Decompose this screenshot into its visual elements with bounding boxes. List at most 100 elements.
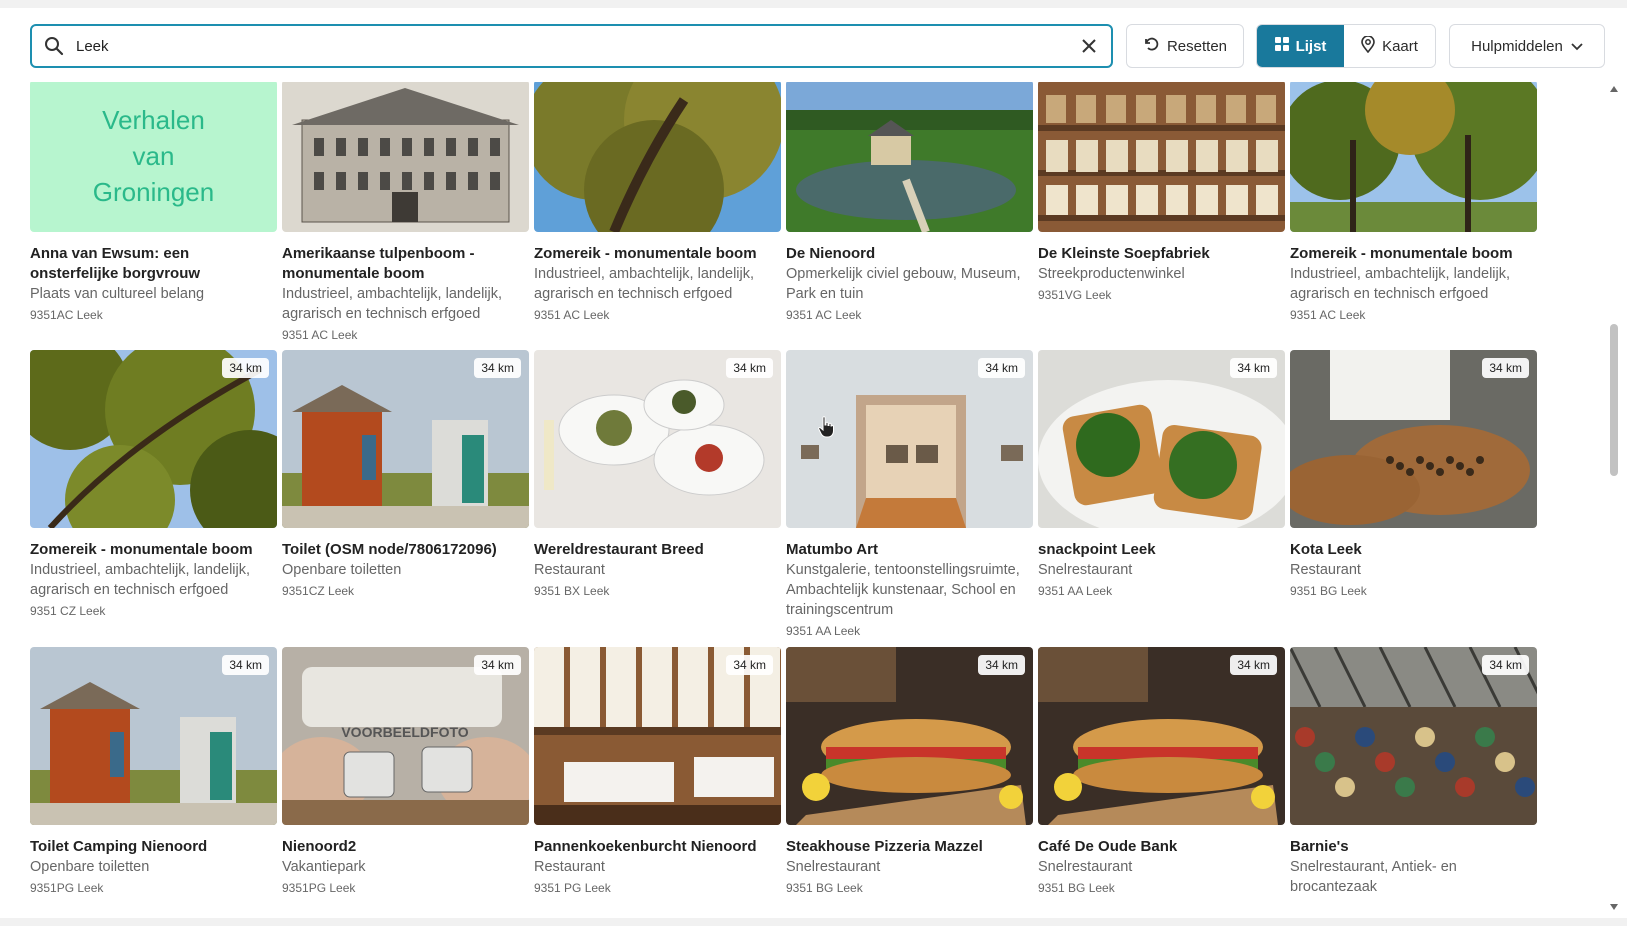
card-image: 34 km (30, 350, 277, 528)
distance-badge: 34 km (222, 358, 269, 378)
watermark-text: VOORBEELDFOTO (341, 724, 468, 740)
card-category: Industrieel, ambachtelijk, landelijk, ag… (534, 266, 755, 302)
card-image (786, 82, 1033, 232)
result-card[interactable]: VOORBEELDFOTO 34 km Nienoord2 Vakantiepark 9… (282, 647, 529, 897)
result-card[interactable]: 34 km Toilet (OSM node/7806172096) Openbar… (282, 350, 529, 600)
card-image: Verhalen van Groningen (30, 82, 277, 232)
card-image (1290, 82, 1537, 232)
result-card[interactable]: De Nienoord Opmerkelijk civiel gebouw, Mu… (786, 82, 1033, 324)
scroll-up-arrow-icon[interactable] (1610, 86, 1618, 92)
scrollbar[interactable] (1607, 82, 1621, 914)
card-address: 9351 BG Leek (786, 881, 863, 895)
result-card[interactable]: De Kleinste Soepfabriek Streekproductenwi… (1038, 82, 1285, 304)
card-address: 9351PG Leek (282, 881, 356, 895)
card-title[interactable]: Amerikaanse tulpenboom - monumentale boo… (282, 244, 529, 284)
search-bar[interactable] (30, 24, 1113, 68)
result-card[interactable]: 34 km Steakhouse Pizzeria Mazzel Snelresta… (786, 647, 1033, 897)
card-title[interactable]: Kota Leek (1290, 540, 1537, 560)
card-image: 34 km (30, 647, 277, 825)
card-category: Openbare toiletten (30, 859, 150, 875)
distance-badge: 34 km (1482, 358, 1529, 378)
scroll-down-arrow-icon[interactable] (1610, 904, 1618, 910)
clear-search-icon[interactable] (1067, 26, 1111, 66)
card-title[interactable]: Anna van Ewsum: een onsterfelijke borgvr… (30, 244, 277, 284)
card-address: 9351AC Leek (30, 308, 103, 322)
distance-badge: 34 km (1482, 655, 1529, 675)
grid-icon (1274, 37, 1289, 55)
result-card[interactable]: 34 km Kota Leek Restaurant 9351 BG Leek (1290, 350, 1537, 600)
card-category: Industrieel, ambachtelijk, landelijk, ag… (1290, 266, 1511, 302)
image-caption: Verhalen van Groningen (92, 105, 215, 207)
card-title[interactable]: Nienoord2 (282, 837, 529, 857)
card-category: Industrieel, ambachtelijk, landelijk, ag… (30, 562, 251, 598)
card-category: Opmerkelijk civiel gebouw, Museum, Park … (786, 266, 1021, 302)
result-card[interactable]: Zomereik - monumentale boom Industrieel, … (534, 82, 781, 324)
search-input[interactable] (76, 37, 1067, 55)
distance-badge: 34 km (1230, 358, 1277, 378)
reset-button[interactable]: Resetten (1126, 24, 1244, 68)
result-card[interactable]: Zomereik - monumentale boom Industrieel, … (1290, 82, 1537, 324)
card-address: 9351 BX Leek (534, 584, 610, 598)
reset-icon (1143, 36, 1159, 56)
scroll-thumb[interactable] (1610, 324, 1618, 476)
card-image (282, 82, 529, 232)
result-card[interactable]: Verhalen van Groningen Anna van Ewsum: een … (30, 82, 277, 324)
card-address: 9351 AA Leek (1038, 584, 1113, 598)
card-category: Snelrestaurant, Antiek- en brocantezaak (1290, 859, 1457, 895)
distance-badge: 34 km (978, 358, 1025, 378)
card-title[interactable]: De Nienoord (786, 244, 1033, 264)
card-title[interactable]: Steakhouse Pizzeria Mazzel (786, 837, 1033, 857)
card-category: Industrieel, ambachtelijk, landelijk, ag… (282, 286, 503, 322)
result-card[interactable]: 34 km Café De Oude Bank Snelrestaurant 9351… (1038, 647, 1285, 897)
card-title[interactable]: De Kleinste Soepfabriek (1038, 244, 1285, 264)
map-view-button[interactable]: Kaart (1344, 25, 1435, 67)
result-card[interactable]: 34 km Toilet Camping Nienoord Openbare toi… (30, 647, 277, 897)
result-card[interactable]: 34 km Matumbo Art Kunstgalerie, tentoonste… (786, 350, 1033, 640)
card-title[interactable]: Toilet (OSM node/7806172096) (282, 540, 529, 560)
card-address: 9351 AC Leek (1290, 308, 1366, 322)
card-address: 9351 BG Leek (1290, 584, 1367, 598)
card-image: 34 km (1290, 350, 1537, 528)
card-category: Snelrestaurant (1038, 859, 1133, 875)
search-icon (32, 26, 76, 66)
result-card[interactable]: 34 km snackpoint Leek Snelrestaurant 9351 A… (1038, 350, 1285, 600)
map-view-label: Kaart (1382, 37, 1418, 55)
card-image: 34 km (1038, 647, 1285, 825)
card-title[interactable]: Wereldrestaurant Breed (534, 540, 781, 560)
card-title[interactable]: Barnie's (1290, 837, 1537, 857)
card-title[interactable]: snackpoint Leek (1038, 540, 1285, 560)
card-title[interactable]: Pannenkoekenburcht Nienoord (534, 837, 781, 857)
card-image: 34 km (1290, 647, 1537, 825)
card-category: Snelrestaurant (786, 859, 881, 875)
card-title[interactable]: Zomereik - monumentale boom (534, 244, 781, 264)
card-image: 34 km (534, 647, 781, 825)
distance-badge: 34 km (1230, 655, 1277, 675)
result-card[interactable]: 34 km Barnie's Snelrestaurant, Antiek- en … (1290, 647, 1537, 897)
card-title[interactable]: Zomereik - monumentale boom (1290, 244, 1537, 264)
list-view-button[interactable]: Lijst (1257, 25, 1344, 67)
distance-badge: 34 km (978, 655, 1025, 675)
hand-cursor-icon (818, 416, 834, 443)
card-category: Streekproductenwinkel (1038, 266, 1185, 282)
card-category: Vakantiepark (282, 859, 366, 875)
card-address: 9351 BG Leek (1038, 881, 1115, 895)
card-title[interactable]: Matumbo Art (786, 540, 1033, 560)
window-top-edge (0, 0, 1627, 8)
card-title[interactable]: Toilet Camping Nienoord (30, 837, 277, 857)
tools-dropdown[interactable]: Hulpmiddelen (1449, 24, 1605, 68)
result-card[interactable]: 34 km Pannenkoekenburcht Nienoord Restaura… (534, 647, 781, 897)
distance-badge: 34 km (474, 655, 521, 675)
map-pin-icon (1361, 34, 1375, 57)
result-card[interactable]: Amerikaanse tulpenboom - monumentale boo… (282, 82, 529, 344)
card-address: 9351 CZ Leek (30, 604, 106, 618)
result-card[interactable]: 34 km Wereldrestaurant Breed Restaurant 935… (534, 350, 781, 600)
card-address: 9351 PG Leek (534, 881, 611, 895)
card-category: Restaurant (1290, 562, 1361, 578)
result-card[interactable]: 34 km Zomereik - monumentale boom Industri… (30, 350, 277, 620)
card-title[interactable]: Café De Oude Bank (1038, 837, 1285, 857)
reset-label: Resetten (1166, 37, 1228, 55)
card-category: Snelrestaurant (1038, 562, 1133, 578)
card-title[interactable]: Zomereik - monumentale boom (30, 540, 277, 560)
card-image: VOORBEELDFOTO 34 km (282, 647, 529, 825)
results-grid: Verhalen van Groningen Anna van Ewsum: een … (0, 82, 1600, 918)
